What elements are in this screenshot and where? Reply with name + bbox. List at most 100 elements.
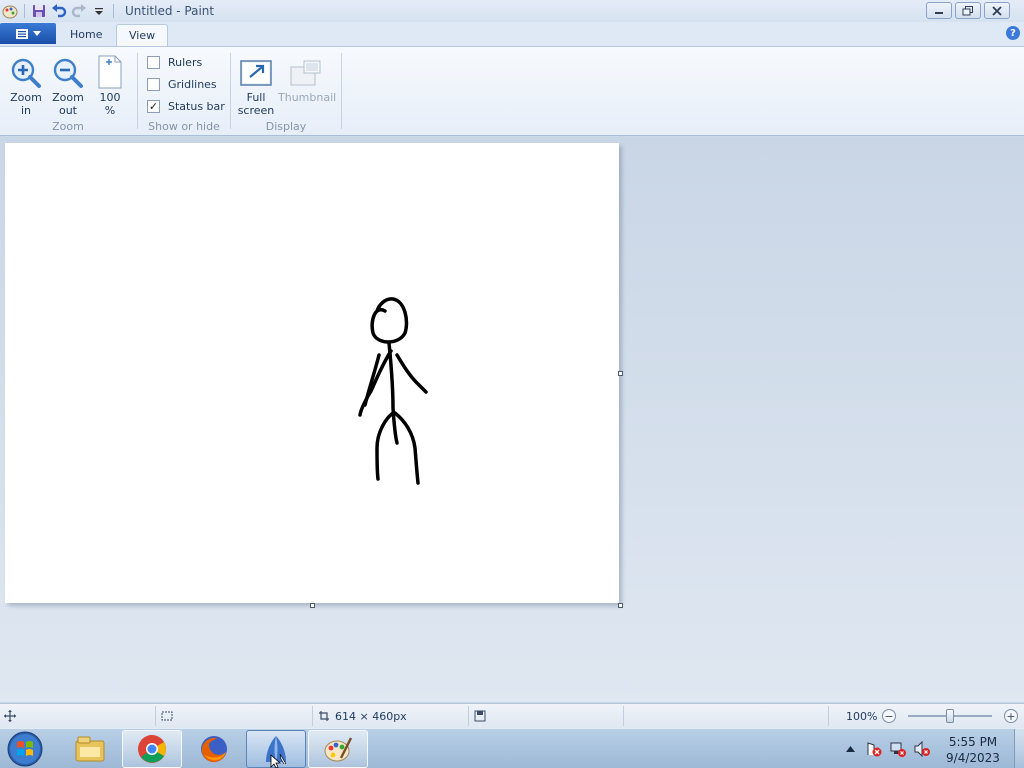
full-screen-label-2: screen bbox=[237, 104, 275, 117]
image-size-text: 614 × 460px bbox=[335, 709, 407, 723]
group-separator bbox=[341, 53, 342, 129]
taskbar-firefox[interactable] bbox=[184, 730, 244, 768]
workspace bbox=[0, 137, 1024, 702]
zoom-100-button[interactable]: 100 % bbox=[90, 53, 130, 117]
stick-figure-drawing bbox=[358, 297, 428, 485]
gridlines-label: Gridlines bbox=[168, 77, 217, 91]
tab-home[interactable]: Home bbox=[58, 24, 114, 46]
resize-handle-right[interactable] bbox=[618, 371, 623, 376]
gridlines-checkbox[interactable]: Gridlines bbox=[147, 75, 217, 93]
customize-dropdown-icon[interactable] bbox=[89, 1, 109, 21]
zoom-level: 100% bbox=[846, 709, 878, 723]
cursor-position bbox=[4, 704, 16, 728]
rulers-label: Rulers bbox=[168, 55, 203, 69]
clock-time: 5:55 PM bbox=[948, 735, 998, 749]
chevron-down-icon bbox=[33, 30, 41, 36]
show-hide-group-label: Show or hide bbox=[148, 120, 220, 133]
ribbon-panel: Zoom in Zoom out 100 % Zoom Rulers Gridl… bbox=[0, 46, 1024, 136]
clock-date: 9/4/2023 bbox=[946, 751, 1000, 765]
taskbar-explorer[interactable] bbox=[60, 730, 120, 768]
status-separator bbox=[155, 706, 156, 726]
status-separator bbox=[468, 706, 469, 726]
file-menu-button[interactable] bbox=[0, 23, 56, 44]
display-group: Full screen Thumbnail Display bbox=[232, 51, 340, 135]
display-group-label: Display bbox=[265, 120, 307, 133]
ribbon-tabs: Home View ? bbox=[0, 22, 1024, 46]
windows-explorer-icon bbox=[75, 736, 105, 762]
full-screen-label: Full bbox=[246, 91, 266, 104]
taskbar-paint[interactable] bbox=[308, 730, 368, 768]
selection-size bbox=[160, 704, 174, 728]
qat-separator bbox=[24, 4, 25, 18]
system-clock[interactable]: 5:55 PM 9/4/2023 bbox=[940, 734, 1006, 766]
taskbar-chrome[interactable] bbox=[122, 730, 182, 768]
window-controls bbox=[923, 2, 1010, 19]
network-icon[interactable] bbox=[890, 741, 906, 757]
status-separator bbox=[623, 706, 624, 726]
file-size bbox=[474, 704, 486, 728]
resize-handle-corner[interactable] bbox=[618, 603, 623, 608]
undo-icon[interactable] bbox=[49, 1, 69, 21]
paint-icon bbox=[324, 737, 353, 762]
status-separator bbox=[312, 706, 313, 726]
page-icon bbox=[98, 55, 122, 89]
redo-icon[interactable] bbox=[69, 1, 89, 21]
selection-icon bbox=[161, 711, 173, 721]
zoom-100-label-2: % bbox=[104, 104, 116, 117]
image-size: 614 × 460px bbox=[318, 704, 407, 728]
rulers-check[interactable] bbox=[147, 55, 160, 69]
statusbar-check[interactable]: ✓ bbox=[147, 99, 160, 113]
disk-icon bbox=[474, 710, 486, 722]
image-size-icon bbox=[319, 711, 329, 721]
thumbnail-button[interactable]: Thumbnail bbox=[278, 53, 337, 104]
save-icon[interactable] bbox=[29, 1, 49, 21]
zoom-group-label: Zoom bbox=[52, 120, 84, 133]
thumbnail-label: Thumbnail bbox=[278, 91, 337, 104]
volume-muted-icon[interactable] bbox=[914, 741, 930, 757]
quick-access-toolbar bbox=[0, 1, 118, 21]
statusbar-checkbox[interactable]: ✓ Status bar bbox=[147, 97, 225, 115]
zoom-group: Zoom in Zoom out 100 % Zoom bbox=[0, 51, 136, 135]
drawing-canvas[interactable] bbox=[5, 143, 619, 603]
tray-expand-icon[interactable] bbox=[846, 745, 855, 753]
close-icon[interactable] bbox=[984, 2, 1010, 19]
thumbnail-icon bbox=[290, 60, 321, 86]
show-desktop-button[interactable] bbox=[1014, 729, 1024, 768]
statusbar-label: Status bar bbox=[168, 99, 225, 113]
zoom-in-small-icon[interactable]: + bbox=[1004, 709, 1018, 723]
status-bar: 614 × 460px 100% − + bbox=[0, 703, 1024, 728]
zoom-out-button[interactable]: Zoom out bbox=[48, 53, 88, 117]
action-center-icon[interactable] bbox=[866, 741, 882, 757]
windows-start-icon bbox=[7, 731, 43, 767]
full-screen-icon bbox=[240, 60, 272, 86]
status-separator bbox=[828, 706, 829, 726]
zoom-in-button[interactable]: Zoom in bbox=[6, 53, 46, 117]
restore-icon[interactable] bbox=[955, 2, 981, 19]
cursor-move-icon bbox=[4, 710, 16, 722]
minimize-icon[interactable] bbox=[926, 2, 952, 19]
qat-separator bbox=[113, 4, 114, 18]
zoom-in-icon bbox=[11, 58, 41, 88]
zoom-slider-thumb[interactable] bbox=[946, 709, 954, 723]
zoom-100-label: 100 bbox=[99, 91, 121, 104]
mouse-cursor-icon bbox=[270, 754, 282, 768]
zoom-out-label: Zoom bbox=[52, 91, 84, 104]
start-button[interactable] bbox=[5, 730, 45, 768]
file-menu-icon bbox=[16, 28, 28, 39]
tab-view[interactable]: View bbox=[116, 24, 169, 46]
gridlines-check[interactable] bbox=[147, 77, 160, 91]
zoom-in-label-2: in bbox=[20, 104, 32, 117]
resize-handle-bottom[interactable] bbox=[310, 603, 315, 608]
help-icon[interactable]: ? bbox=[1006, 26, 1020, 40]
group-separator bbox=[230, 53, 231, 129]
full-screen-button[interactable]: Full screen bbox=[236, 53, 276, 117]
chrome-icon bbox=[138, 735, 166, 763]
window-title: Untitled - Paint bbox=[125, 4, 215, 18]
rulers-checkbox[interactable]: Rulers bbox=[147, 53, 202, 71]
firefox-icon bbox=[201, 736, 227, 763]
zoom-out-icon bbox=[53, 58, 83, 88]
title-bar: Untitled - Paint bbox=[0, 0, 1024, 22]
zoom-out-small-icon[interactable]: − bbox=[882, 709, 896, 723]
paint-app-icon[interactable] bbox=[0, 1, 20, 21]
zoom-in-label: Zoom bbox=[10, 91, 42, 104]
